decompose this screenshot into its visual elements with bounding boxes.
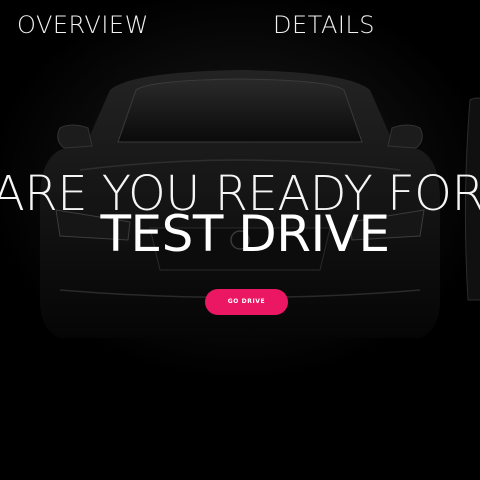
hero-section: OVERVIEW DETAILS ARE YOU READY FOR TEST … [0, 0, 480, 480]
go-drive-button[interactable]: GO DRIVE [205, 289, 288, 315]
page-title: TEST DRIVE [100, 205, 390, 263]
tab-overview[interactable]: OVERVIEW [17, 10, 149, 40]
tab-details[interactable]: DETAILS [273, 10, 375, 40]
